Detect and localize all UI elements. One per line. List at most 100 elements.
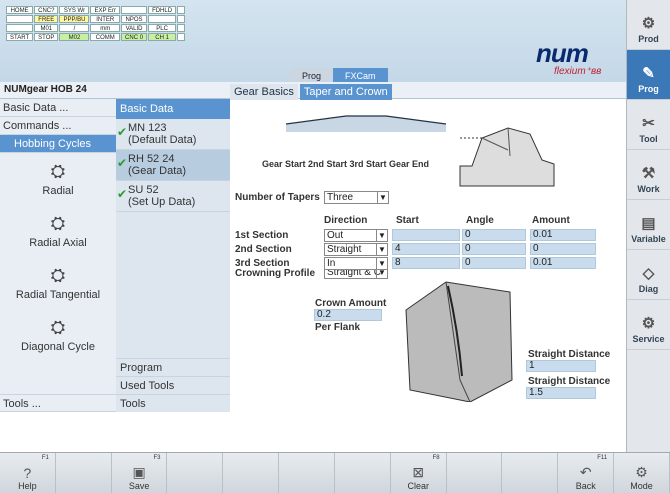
menu-work[interactable]: ⚒ Work — [627, 150, 670, 200]
cycle-diagonal[interactable]: ⛭ Diagonal Cycle — [0, 309, 116, 361]
status-cell: M02 — [59, 33, 90, 41]
cycle-radial-axial[interactable]: ⛭ Radial Axial — [0, 205, 116, 257]
program-item[interactable]: Program — [116, 358, 230, 376]
status-cell: VALID — [121, 24, 148, 32]
tab-taper-crown[interactable]: Taper and Crown — [299, 84, 392, 100]
hob-icon: ⛭ — [50, 317, 66, 337]
cycle-label: Radial — [42, 185, 74, 197]
basic-data-item[interactable]: Basic Data ... — [0, 99, 116, 117]
amount-field[interactable]: 0 — [530, 243, 596, 255]
fkey-icon: ⚙ — [635, 464, 648, 480]
select-value: Three — [327, 192, 354, 203]
fkey-number: F8 — [432, 455, 440, 461]
crown-amount-field[interactable]: 0.2 — [314, 309, 382, 321]
fkey-number: F3 — [153, 455, 161, 461]
status-cell: COMM — [90, 33, 121, 41]
fkey-icon: ▣ — [132, 464, 146, 480]
menu-icon: ✂ — [642, 115, 655, 132]
amount-field[interactable]: 0.01 — [530, 257, 596, 269]
middle-panel: Basic Data ✔ MN 123 (Default Data) ✔ RH 52 … — [116, 99, 230, 412]
fkey-5[interactable] — [223, 453, 280, 493]
hob-icon: ⛭ — [50, 213, 66, 233]
start-field[interactable]: 4 — [392, 243, 460, 255]
direction-select[interactable]: Out ▼ — [324, 229, 388, 242]
menu-icon: ⚙ — [641, 315, 656, 332]
chevron-down-icon: ▼ — [377, 192, 388, 203]
item-title: MN 123 — [128, 122, 167, 134]
straight-distance-field-2[interactable]: 1.5 — [526, 387, 596, 399]
fkey-12[interactable]: ⚙ Mode — [614, 453, 670, 493]
menu-label: Prog — [638, 84, 659, 94]
hobbing-cycles-item[interactable]: Hobbing Cycles — [0, 135, 116, 153]
angle-field[interactable]: 0 — [462, 229, 526, 241]
straight-distance-field-1[interactable]: 1 — [526, 360, 596, 372]
status-cell — [177, 33, 186, 41]
basic-data-header: Basic Data — [116, 99, 230, 119]
status-cell: SYS Wr — [59, 6, 90, 14]
section-label: 1st Section — [235, 230, 289, 241]
section-label: 3rd Section — [235, 258, 290, 269]
status-cell: NPOS — [121, 15, 148, 23]
direction-select[interactable]: Straight ▼ — [324, 243, 388, 256]
flexium-logo: flexium⁺ʙв — [554, 66, 602, 77]
fkey-1[interactable]: F1? Help — [0, 453, 56, 493]
fkey-icon: ⊠ — [412, 464, 425, 480]
menu-tool[interactable]: ✂ Tool — [627, 100, 670, 150]
menu-icon: ◇ — [642, 265, 655, 282]
menu-service[interactable]: ⚙ Service — [627, 300, 670, 350]
status-cell — [177, 24, 186, 32]
fkey-6[interactable] — [279, 453, 335, 493]
per-flank-label: Per Flank — [315, 322, 361, 333]
rh-item[interactable]: ✔ RH 52 24 (Gear Data) — [116, 150, 230, 181]
menu-icon: ⚒ — [641, 165, 656, 182]
fkey-11[interactable]: F11 ↶ Back — [558, 453, 615, 493]
status-cell: CNC? — [34, 6, 59, 14]
su-item[interactable]: ✔ SU 52 (Set Up Data) — [116, 181, 230, 212]
fkey-2[interactable] — [56, 453, 112, 493]
fkey-4[interactable] — [167, 453, 224, 493]
fkey-8[interactable]: F8 ⊠ Clear — [391, 453, 447, 493]
menu-icon: ⚙ — [641, 15, 656, 32]
function-key-bar: F1? Help F3 ▣ Save F8 ⊠ Clear F11 ↶ Back ⚙ Mode — [0, 452, 670, 493]
menu-icon: ✎ — [642, 65, 655, 82]
menu-label: Diag — [638, 284, 659, 294]
fkey-9[interactable] — [447, 453, 503, 493]
menu-label: Variable — [631, 234, 666, 244]
menu-diag[interactable]: ◇ Diag — [627, 250, 670, 300]
menu-prog[interactable]: ✎ Prog — [627, 50, 670, 100]
fkey-10[interactable] — [502, 453, 559, 493]
tab-gear-basics[interactable]: Gear Basics — [230, 84, 298, 100]
status-grid: HOME CNC? SYS Wr EXP Err FDHLD FREE PPP/BU INTE… — [6, 6, 186, 41]
cycle-radial-tangential[interactable]: ⛭ Radial Tangential — [0, 257, 116, 309]
taper-profile-graphic — [286, 115, 446, 132]
amount-field[interactable]: 0.01 — [530, 229, 596, 241]
mn-item[interactable]: ✔ MN 123 (Default Data) — [116, 119, 230, 150]
col-start: Start — [396, 215, 419, 226]
select-value: In — [327, 258, 336, 269]
fkey-label: Clear — [407, 481, 429, 491]
menu-variable[interactable]: ▤ Variable — [627, 200, 670, 250]
angle-field[interactable]: 0 — [462, 257, 526, 269]
fkey-icon: ? — [23, 465, 32, 481]
menu-prod[interactable]: ⚙ Prod — [627, 0, 670, 50]
col-amount: Amount — [532, 215, 570, 226]
commands-item[interactable]: Commands ... — [0, 117, 116, 135]
status-cell: EXP Err — [90, 6, 121, 14]
status-cell: STOP — [34, 33, 59, 41]
chevron-down-icon: ▼ — [376, 244, 387, 255]
status-cell — [148, 15, 177, 23]
cycle-radial[interactable]: ⛭ Radial — [0, 153, 116, 205]
num-tapers-select[interactable]: Three ▼ — [324, 191, 389, 204]
start-field[interactable] — [392, 229, 460, 241]
start-field[interactable]: 8 — [392, 257, 460, 269]
tools-item[interactable]: Tools ... — [0, 394, 116, 412]
angle-field[interactable]: 0 — [462, 243, 526, 255]
used-tools-item[interactable]: Used Tools — [116, 376, 230, 394]
direction-select[interactable]: In ▼ — [324, 257, 388, 270]
menu-label: Tool — [639, 134, 658, 144]
tools-list-item[interactable]: Tools — [116, 394, 230, 412]
item-title: RH 52 24 — [128, 153, 175, 165]
fkey-7[interactable] — [335, 453, 391, 493]
fkey-3[interactable]: F3 ▣ Save — [112, 453, 168, 493]
status-cell: FDHLD — [148, 6, 177, 14]
